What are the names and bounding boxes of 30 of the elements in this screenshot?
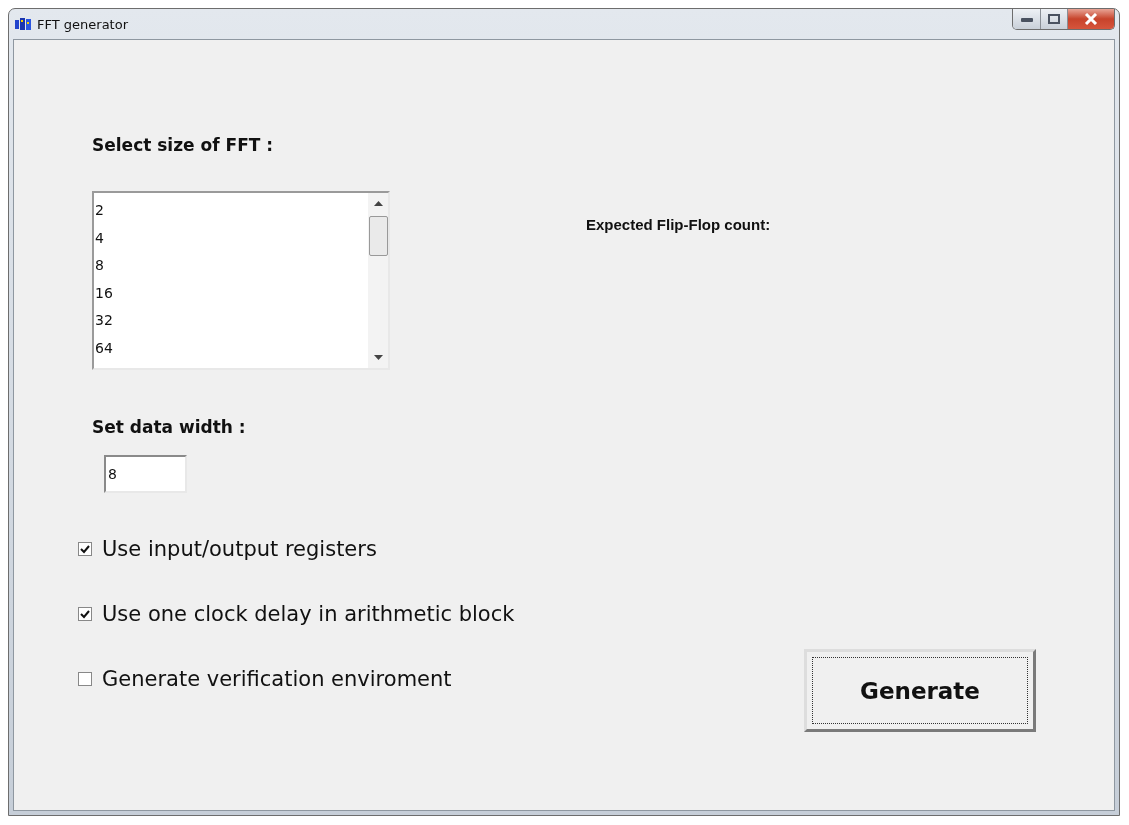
checkbox[interactable] (78, 542, 92, 556)
width-label: Set data width : (92, 417, 247, 437)
app-icon (15, 17, 31, 31)
flipflop-label: Expected Flip-Flop count: (586, 216, 772, 233)
scroll-thumb[interactable] (368, 216, 388, 256)
list-item[interactable]: 16 (94, 279, 368, 307)
list-item[interactable]: 4 (94, 224, 368, 252)
checkbox[interactable] (78, 607, 92, 621)
minimize-icon (1020, 16, 1033, 22)
scrollbar[interactable] (368, 193, 388, 368)
maximize-button[interactable] (1040, 9, 1067, 29)
checkbox[interactable] (78, 672, 92, 686)
size-list[interactable]: 2 4 8 16 32 64 (92, 191, 390, 370)
list-item[interactable]: 8 (94, 252, 368, 280)
maximize-icon (1048, 14, 1060, 24)
close-button[interactable] (1067, 9, 1114, 29)
option-checkbox[interactable]: Use input/output registers (78, 537, 572, 561)
width-field[interactable]: 8 (104, 455, 187, 493)
minimize-button[interactable] (1013, 9, 1040, 29)
option-checkbox[interactable]: Use one clock delay in arithmetic block (78, 602, 572, 626)
close-icon (1084, 13, 1098, 25)
list-item[interactable]: 64 (94, 334, 368, 362)
list-item[interactable]: 2 (94, 197, 368, 225)
list-item[interactable]: 32 (94, 307, 368, 335)
window-title: FFT generator (37, 16, 129, 32)
size-label: Select size of FFT : (92, 135, 275, 155)
option-checkbox[interactable]: Generate verification enviroment (78, 667, 572, 691)
generate-button[interactable]: Generate (804, 649, 1036, 732)
scroll-down-arrow-icon[interactable] (373, 355, 383, 360)
scroll-up-arrow-icon[interactable] (373, 201, 383, 206)
